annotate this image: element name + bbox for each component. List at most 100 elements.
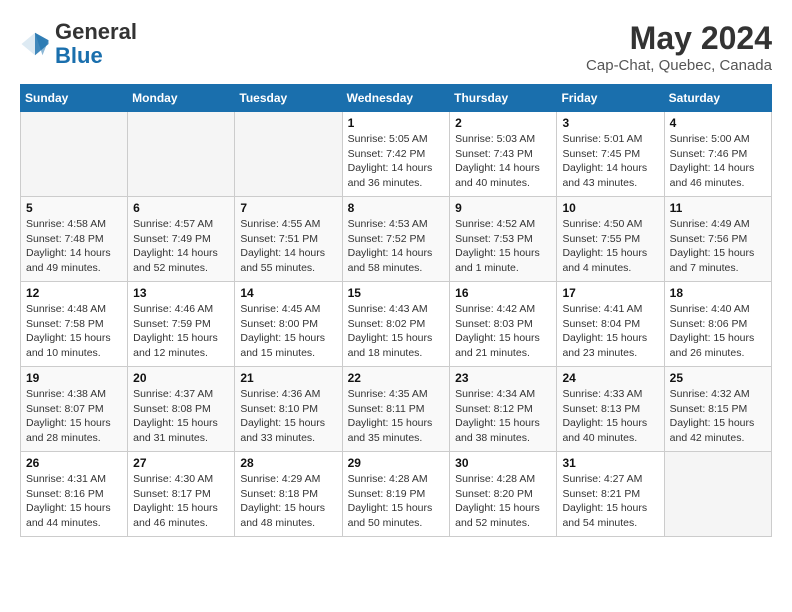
weekday-header-row: SundayMondayTuesdayWednesdayThursdayFrid… — [21, 85, 772, 112]
calendar-cell: 2 Sunrise: 5:03 AMSunset: 7:43 PMDaylight… — [450, 112, 557, 197]
calendar-cell: 14 Sunrise: 4:45 AMSunset: 8:00 PMDayligh… — [235, 282, 342, 367]
day-number: 29 — [348, 456, 445, 470]
calendar-cell — [128, 112, 235, 197]
calendar-cell: 7Sunrise: 4:55 AMSunset: 7:51 PMDaylight… — [235, 197, 342, 282]
day-info: Sunrise: 5:00 AMSunset: 7:46 PMDaylight:… — [670, 132, 766, 191]
calendar-cell: 5Sunrise: 4:58 AMSunset: 7:48 PMDaylight… — [21, 197, 128, 282]
day-info: Sunrise: 5:01 AMSunset: 7:45 PMDaylight:… — [562, 132, 658, 191]
day-info: Sunrise: 4:40 AMSunset: 8:06 PMDaylight:… — [670, 302, 766, 361]
day-info: Sunrise: 4:52 AMSunset: 7:53 PMDaylight:… — [455, 217, 551, 276]
logo-blue: Blue — [55, 43, 103, 68]
day-info: Sunrise: 5:03 AMSunset: 7:43 PMDaylight:… — [455, 132, 551, 191]
calendar-cell: 18 Sunrise: 4:40 AMSunset: 8:06 PMDayligh… — [664, 282, 771, 367]
day-number: 18 — [670, 286, 766, 300]
calendar-cell: 23Sunrise: 4:34 AMSunset: 8:12 PMDayligh… — [450, 367, 557, 452]
calendar-cell: 13 Sunrise: 4:46 AMSunset: 7:59 PMDayligh… — [128, 282, 235, 367]
day-info: Sunrise: 4:48 AMSunset: 7:58 PMDaylight:… — [26, 302, 122, 361]
weekday-header-saturday: Saturday — [664, 85, 771, 112]
day-number: 31 — [562, 456, 658, 470]
calendar-cell: 20 Sunrise: 4:37 AMSunset: 8:08 PMDayligh… — [128, 367, 235, 452]
calendar-cell: 4Sunrise: 5:00 AMSunset: 7:46 PMDaylight… — [664, 112, 771, 197]
calendar-week-1: 1 Sunrise: 5:05 AMSunset: 7:42 PMDaylight… — [21, 112, 772, 197]
calendar-cell: 8 Sunrise: 4:53 AMSunset: 7:52 PMDaylight… — [342, 197, 450, 282]
day-info: Sunrise: 4:50 AMSunset: 7:55 PMDaylight:… — [562, 217, 658, 276]
logo: General Blue — [20, 20, 137, 68]
calendar-cell: 25 Sunrise: 4:32 AMSunset: 8:15 PMDayligh… — [664, 367, 771, 452]
day-number: 19 — [26, 371, 122, 385]
calendar-cell — [664, 452, 771, 537]
page-header: General Blue May 2024 Cap-Chat, Quebec, … — [20, 20, 772, 74]
calendar-header: SundayMondayTuesdayWednesdayThursdayFrid… — [21, 85, 772, 112]
weekday-header-monday: Monday — [128, 85, 235, 112]
day-info: Sunrise: 4:35 AMSunset: 8:11 PMDaylight:… — [348, 387, 445, 446]
day-info: Sunrise: 4:53 AMSunset: 7:52 PMDaylight:… — [348, 217, 445, 276]
day-number: 24 — [562, 371, 658, 385]
day-info: Sunrise: 4:32 AMSunset: 8:15 PMDaylight:… — [670, 387, 766, 446]
day-number: 7 — [240, 201, 336, 215]
calendar-cell: 24 Sunrise: 4:33 AMSunset: 8:13 PMDayligh… — [557, 367, 664, 452]
calendar-cell: 12 Sunrise: 4:48 AMSunset: 7:58 PMDayligh… — [21, 282, 128, 367]
calendar-week-2: 5Sunrise: 4:58 AMSunset: 7:48 PMDaylight… — [21, 197, 772, 282]
day-info: Sunrise: 5:05 AMSunset: 7:42 PMDaylight:… — [348, 132, 445, 191]
day-number: 20 — [133, 371, 229, 385]
day-number: 22 — [348, 371, 445, 385]
calendar-week-5: 26Sunrise: 4:31 AMSunset: 8:16 PMDayligh… — [21, 452, 772, 537]
day-number: 2 — [455, 116, 551, 130]
day-info: Sunrise: 4:31 AMSunset: 8:16 PMDaylight:… — [26, 472, 122, 531]
calendar-cell: 15 Sunrise: 4:43 AMSunset: 8:02 PMDayligh… — [342, 282, 450, 367]
day-info: Sunrise: 4:37 AMSunset: 8:08 PMDaylight:… — [133, 387, 229, 446]
calendar-cell: 16Sunrise: 4:42 AMSunset: 8:03 PMDayligh… — [450, 282, 557, 367]
day-info: Sunrise: 4:38 AMSunset: 8:07 PMDaylight:… — [26, 387, 122, 446]
logo-text: General Blue — [55, 20, 137, 68]
calendar-table: SundayMondayTuesdayWednesdayThursdayFrid… — [20, 84, 772, 537]
day-number: 5 — [26, 201, 122, 215]
day-info: Sunrise: 4:36 AMSunset: 8:10 PMDaylight:… — [240, 387, 336, 446]
calendar-cell: 27Sunrise: 4:30 AMSunset: 8:17 PMDayligh… — [128, 452, 235, 537]
day-info: Sunrise: 4:57 AMSunset: 7:49 PMDaylight:… — [133, 217, 229, 276]
calendar-body: 1 Sunrise: 5:05 AMSunset: 7:42 PMDaylight… — [21, 112, 772, 537]
calendar-cell: 29Sunrise: 4:28 AMSunset: 8:19 PMDayligh… — [342, 452, 450, 537]
day-info: Sunrise: 4:43 AMSunset: 8:02 PMDaylight:… — [348, 302, 445, 361]
day-info: Sunrise: 4:46 AMSunset: 7:59 PMDaylight:… — [133, 302, 229, 361]
day-number: 21 — [240, 371, 336, 385]
calendar-cell: 19 Sunrise: 4:38 AMSunset: 8:07 PMDayligh… — [21, 367, 128, 452]
day-number: 28 — [240, 456, 336, 470]
calendar-week-4: 19 Sunrise: 4:38 AMSunset: 8:07 PMDayligh… — [21, 367, 772, 452]
logo-icon — [20, 29, 50, 59]
day-number: 1 — [348, 116, 445, 130]
calendar-cell — [235, 112, 342, 197]
calendar-cell: 10Sunrise: 4:50 AMSunset: 7:55 PMDayligh… — [557, 197, 664, 282]
day-info: Sunrise: 4:41 AMSunset: 8:04 PMDaylight:… — [562, 302, 658, 361]
weekday-header-wednesday: Wednesday — [342, 85, 450, 112]
calendar-cell: 6 Sunrise: 4:57 AMSunset: 7:49 PMDaylight… — [128, 197, 235, 282]
day-number: 8 — [348, 201, 445, 215]
day-number: 25 — [670, 371, 766, 385]
day-info: Sunrise: 4:33 AMSunset: 8:13 PMDaylight:… — [562, 387, 658, 446]
day-number: 6 — [133, 201, 229, 215]
day-number: 17 — [562, 286, 658, 300]
day-info: Sunrise: 4:29 AMSunset: 8:18 PMDaylight:… — [240, 472, 336, 531]
day-number: 23 — [455, 371, 551, 385]
day-info: Sunrise: 4:49 AMSunset: 7:56 PMDaylight:… — [670, 217, 766, 276]
day-info: Sunrise: 4:45 AMSunset: 8:00 PMDaylight:… — [240, 302, 336, 361]
title-block: May 2024 Cap-Chat, Quebec, Canada — [586, 20, 772, 74]
day-number: 14 — [240, 286, 336, 300]
calendar-cell: 11Sunrise: 4:49 AMSunset: 7:56 PMDayligh… — [664, 197, 771, 282]
day-number: 13 — [133, 286, 229, 300]
day-number: 15 — [348, 286, 445, 300]
day-number: 12 — [26, 286, 122, 300]
calendar-cell: 17 Sunrise: 4:41 AMSunset: 8:04 PMDayligh… — [557, 282, 664, 367]
calendar-cell: 30Sunrise: 4:28 AMSunset: 8:20 PMDayligh… — [450, 452, 557, 537]
day-number: 16 — [455, 286, 551, 300]
logo-general: General — [55, 19, 137, 44]
calendar-cell: 28 Sunrise: 4:29 AMSunset: 8:18 PMDayligh… — [235, 452, 342, 537]
weekday-header-tuesday: Tuesday — [235, 85, 342, 112]
day-number: 3 — [562, 116, 658, 130]
calendar-cell: 22 Sunrise: 4:35 AMSunset: 8:11 PMDayligh… — [342, 367, 450, 452]
day-info: Sunrise: 4:30 AMSunset: 8:17 PMDaylight:… — [133, 472, 229, 531]
calendar-cell: 1 Sunrise: 5:05 AMSunset: 7:42 PMDaylight… — [342, 112, 450, 197]
day-number: 9 — [455, 201, 551, 215]
calendar-cell: 31Sunrise: 4:27 AMSunset: 8:21 PMDayligh… — [557, 452, 664, 537]
weekday-header-sunday: Sunday — [21, 85, 128, 112]
weekday-header-friday: Friday — [557, 85, 664, 112]
